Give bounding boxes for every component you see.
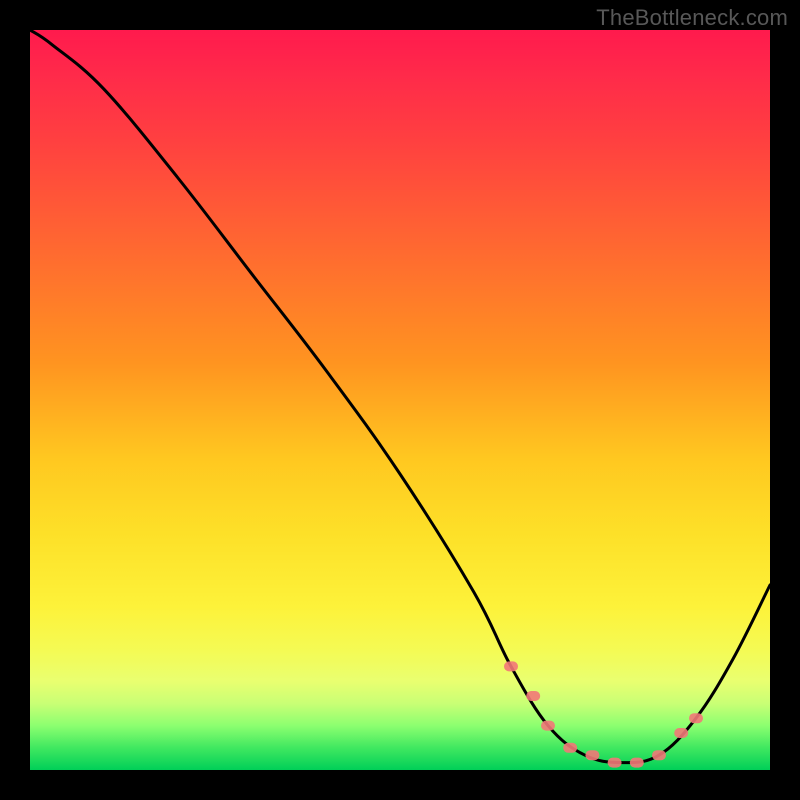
- curve-path: [30, 30, 770, 763]
- optimal-marker: [585, 750, 599, 760]
- optimal-marker: [563, 743, 577, 753]
- optimal-marker: [608, 758, 622, 768]
- optimal-marker: [652, 750, 666, 760]
- optimal-marker: [630, 758, 644, 768]
- optimal-marker: [526, 691, 540, 701]
- chart-frame: TheBottleneck.com: [0, 0, 800, 800]
- watermark-label: TheBottleneck.com: [596, 5, 788, 31]
- bottleneck-curve-line: [30, 30, 770, 763]
- optimal-marker: [541, 721, 555, 731]
- optimal-marker: [689, 713, 703, 723]
- optimal-range-markers: [504, 661, 703, 767]
- plot-area: [30, 30, 770, 770]
- optimal-marker: [504, 661, 518, 671]
- chart-svg: [30, 30, 770, 770]
- optimal-marker: [674, 728, 688, 738]
